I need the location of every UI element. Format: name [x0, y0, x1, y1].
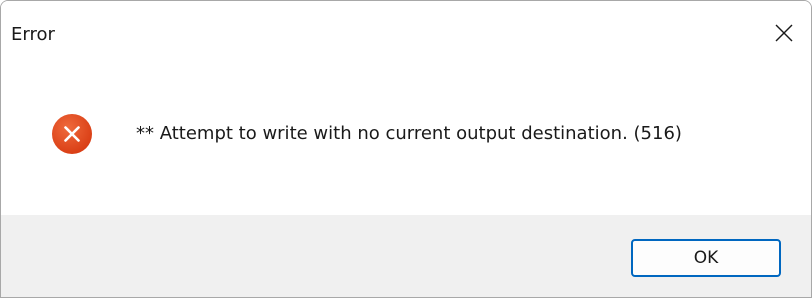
ok-button[interactable]: OK — [631, 239, 781, 277]
dialog-footer: OK — [1, 215, 811, 297]
error-dialog: Error ** Attempt to write with no curren… — [0, 0, 812, 298]
close-button[interactable] — [761, 13, 807, 53]
close-icon — [775, 24, 793, 42]
window-title: Error — [11, 24, 55, 45]
dialog-content: ** Attempt to write with no current outp… — [1, 69, 811, 215]
title-bar: Error — [1, 1, 811, 69]
error-icon — [52, 114, 92, 154]
error-message: ** Attempt to write with no current outp… — [136, 123, 682, 144]
